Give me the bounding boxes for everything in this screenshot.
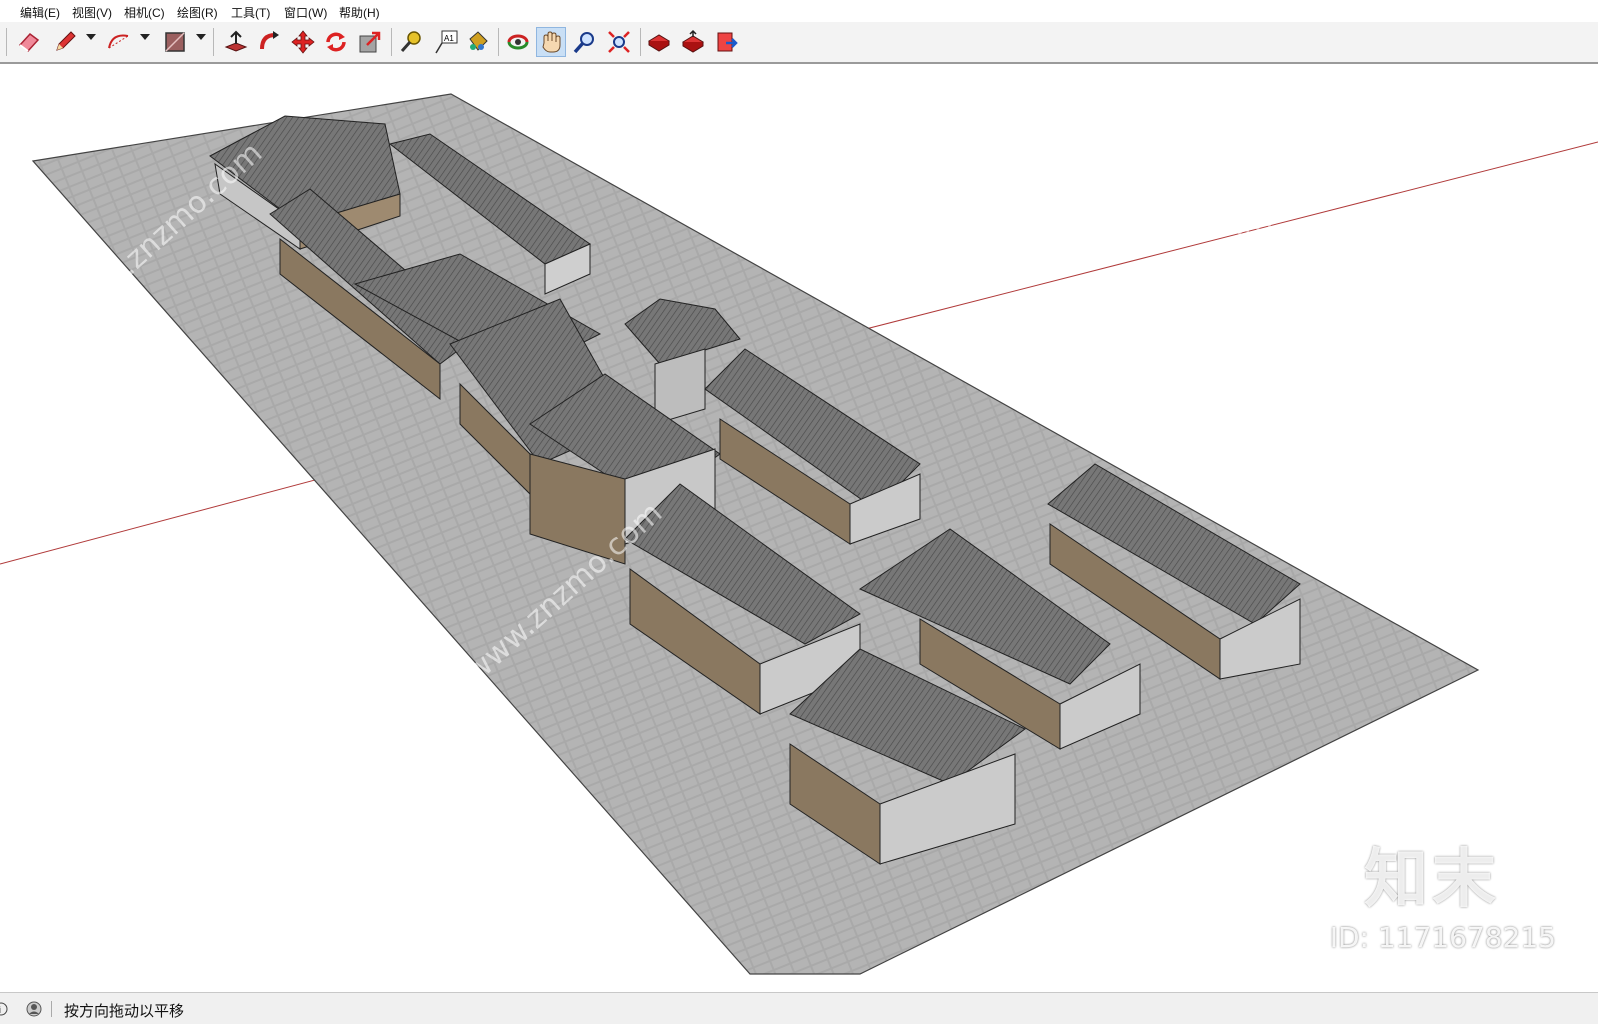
red-axis-line bbox=[759, 141, 1598, 357]
text-icon: A1 bbox=[435, 30, 458, 54]
toolbar-separator bbox=[498, 28, 499, 56]
menu-edit[interactable]: 编辑(E) bbox=[20, 4, 60, 21]
status-separator bbox=[51, 1001, 52, 1017]
rotate-button[interactable] bbox=[321, 27, 351, 57]
model-viewport[interactable]: 知末网www.znzmo.com 知末网www.znzmo.com 知末网www… bbox=[0, 64, 1598, 992]
scale-button[interactable] bbox=[355, 27, 385, 57]
arc-button[interactable] bbox=[104, 27, 134, 57]
pan-icon bbox=[542, 31, 561, 53]
user-icon[interactable] bbox=[26, 1001, 42, 1017]
menu-help[interactable]: 帮助(H) bbox=[339, 4, 380, 21]
toolbar-separator bbox=[391, 28, 392, 56]
push-pull-icon bbox=[224, 30, 248, 52]
text-tool-label: A1 bbox=[444, 34, 454, 43]
zoom-extents-icon bbox=[608, 31, 630, 53]
scale-icon bbox=[359, 31, 381, 53]
warehouse-icon bbox=[648, 34, 670, 52]
zoom-extents-button[interactable] bbox=[604, 27, 634, 57]
status-message: 按方向拖动以平移 bbox=[64, 1003, 185, 1020]
orbit-button[interactable] bbox=[503, 27, 533, 57]
share-model-button[interactable] bbox=[678, 27, 708, 57]
orbit-icon bbox=[507, 34, 529, 50]
pencil-button[interactable] bbox=[50, 27, 80, 57]
follow-me-icon bbox=[260, 31, 279, 50]
toolbar-separator bbox=[640, 28, 641, 56]
rotate-icon bbox=[326, 32, 346, 52]
menu-camera[interactable]: 相机(C) bbox=[124, 4, 165, 21]
status-bar: i 按方向拖动以平移 bbox=[0, 992, 1598, 1024]
toolbar-separator bbox=[6, 28, 7, 56]
rectangle-icon bbox=[165, 32, 185, 52]
zoom-button[interactable] bbox=[570, 27, 600, 57]
move-icon bbox=[291, 30, 315, 54]
rectangle-dropdown-icon[interactable] bbox=[196, 34, 206, 40]
menu-view[interactable]: 视图(V) bbox=[72, 4, 112, 21]
svg-text:i: i bbox=[0, 1005, 1, 1015]
main-toolbar: A1 bbox=[0, 22, 1598, 64]
text-button[interactable]: A1 bbox=[431, 27, 461, 57]
tape-measure-icon bbox=[400, 31, 421, 52]
toolbar-separator bbox=[213, 28, 214, 56]
arc-icon bbox=[108, 34, 129, 49]
extension-warehouse-button[interactable] bbox=[712, 27, 742, 57]
eraser-button[interactable] bbox=[14, 27, 44, 57]
pencil-dropdown-icon[interactable] bbox=[86, 34, 96, 40]
move-button[interactable] bbox=[288, 27, 318, 57]
menu-window[interactable]: 窗口(W) bbox=[284, 4, 327, 21]
follow-me-button[interactable] bbox=[255, 27, 285, 57]
share-model-icon bbox=[682, 29, 704, 53]
tape-measure-button[interactable] bbox=[396, 27, 426, 57]
extension-warehouse-icon bbox=[717, 32, 738, 52]
watermark-id: ID: 1171678215 bbox=[1329, 921, 1556, 954]
scene-canvas: 知末网www.znzmo.com 知末网www.znzmo.com 知末网www… bbox=[0, 93, 1598, 975]
info-icon[interactable]: i bbox=[0, 1002, 8, 1016]
push-pull-button[interactable] bbox=[221, 27, 251, 57]
watermark-logo: 知末 bbox=[1364, 843, 1500, 917]
paint-bucket-icon bbox=[469, 31, 488, 51]
watermark-diagonal: 知末网www.znzmo.com bbox=[1077, 135, 1354, 390]
menu-bar: ) 编辑(E) 视图(V) 相机(C) 绘图(R) 工具(T) 窗口(W) 帮助… bbox=[0, 0, 1598, 22]
eraser-icon bbox=[18, 32, 40, 53]
menu-draw[interactable]: 绘图(R) bbox=[177, 4, 218, 21]
pencil-icon bbox=[56, 31, 76, 51]
menu-tools[interactable]: 工具(T) bbox=[231, 4, 270, 21]
warehouse-button[interactable] bbox=[644, 27, 674, 57]
arc-dropdown-icon[interactable] bbox=[140, 34, 150, 40]
paint-bucket-button[interactable] bbox=[462, 27, 492, 57]
pan-button[interactable] bbox=[536, 27, 566, 57]
rectangle-button[interactable] bbox=[160, 27, 190, 57]
zoom-icon bbox=[573, 32, 594, 54]
